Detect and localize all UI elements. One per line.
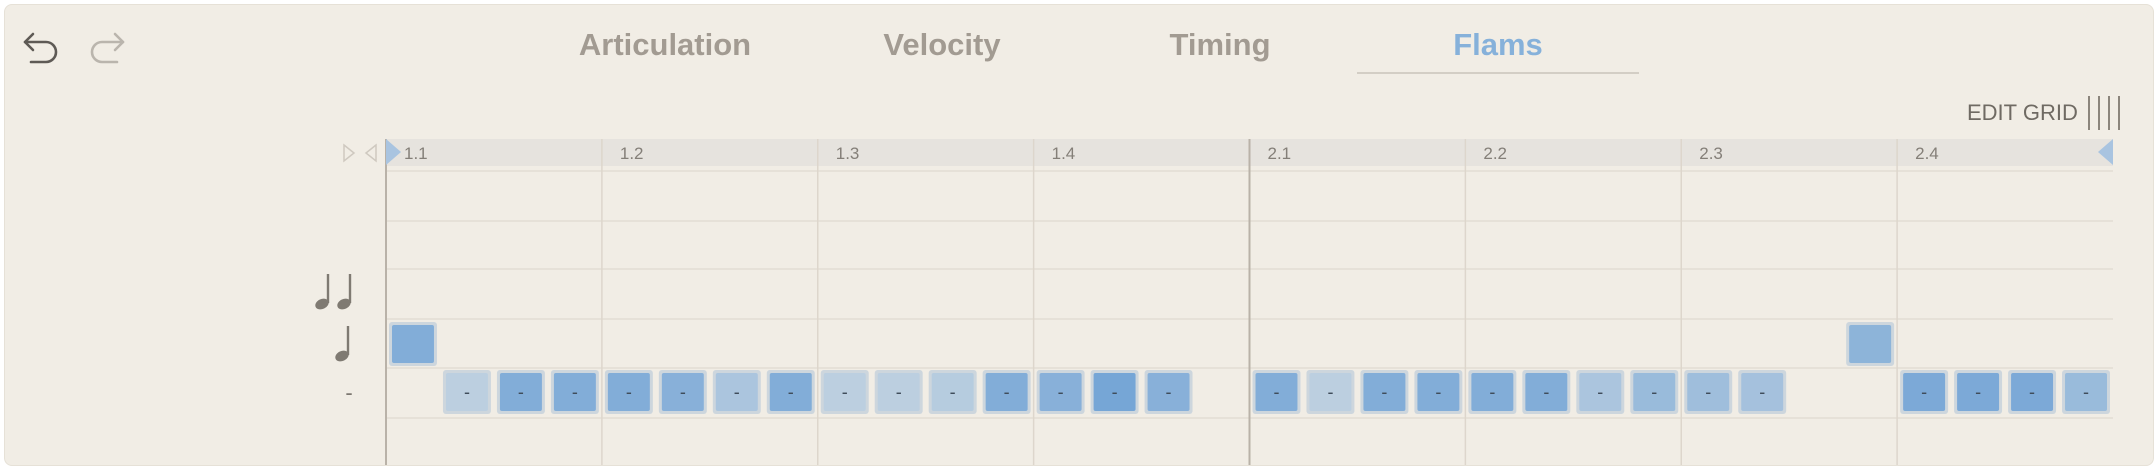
app-window: Articulation Velocity Timing Flams EDIT … [0,0,2156,466]
step-cell-label: - [734,382,740,402]
beat-label: 1.3 [836,144,860,163]
beat-label: 2.3 [1699,144,1723,163]
step-cell[interactable] [1849,325,1892,363]
step-cell-label: - [1597,382,1603,402]
step-grid[interactable]: 1.1 1.2 1.3 1.4 2.1 2.2 2.3 2.4 - - - - - - - - - - - - - - - -… [5,5,2153,465]
step-cell-label: - [1975,382,1981,402]
beat-label: 1.4 [1052,144,1076,163]
step-cell-label: - [1004,382,1010,402]
step-cell-label: - [1435,382,1441,402]
flams-editor-panel: Articulation Velocity Timing Flams EDIT … [4,4,2154,466]
play-outline-icon[interactable] [343,143,356,163]
step-cell-label: - [1112,382,1118,402]
step-cell-label: - [1705,382,1711,402]
step-cell-label: - [2029,382,2035,402]
step-cell-label: - [1489,382,1495,402]
double-quarter-note-icon [315,274,330,310]
step-cell-label: - [1381,382,1387,402]
step-cell-label: - [572,382,578,402]
rewind-outline-icon[interactable] [364,143,377,163]
step-cell-label: - [626,382,632,402]
step-cell-label: - [896,382,902,402]
double-quarter-note-icon [337,274,352,310]
step-cell-label: - [1327,382,1333,402]
step-cell-label: - [464,382,470,402]
step-cell-label: - [1921,382,1927,402]
step-cell-label: - [1651,382,1657,402]
step-cell-label: - [680,382,686,402]
beat-label: 1.1 [404,144,428,163]
step-cell-label: - [1058,382,1064,402]
step-cell-label: - [1166,382,1172,402]
row-label-none: - [345,380,352,405]
step-cell-label: - [1759,382,1765,402]
step-cell-label: - [518,382,524,402]
beat-label: 1.2 [620,144,644,163]
quarter-note-icon [335,326,350,362]
beat-label: 2.4 [1915,144,1939,163]
step-cell-label: - [950,382,956,402]
step-cell-label: - [1273,382,1279,402]
step-cell[interactable] [392,325,434,363]
step-cell-label: - [788,382,794,402]
step-cell-label: - [1543,382,1549,402]
step-cell-label: - [2083,382,2089,402]
step-cell-label: - [842,382,848,402]
beat-label: 2.2 [1483,144,1507,163]
beat-label: 2.1 [1268,144,1292,163]
